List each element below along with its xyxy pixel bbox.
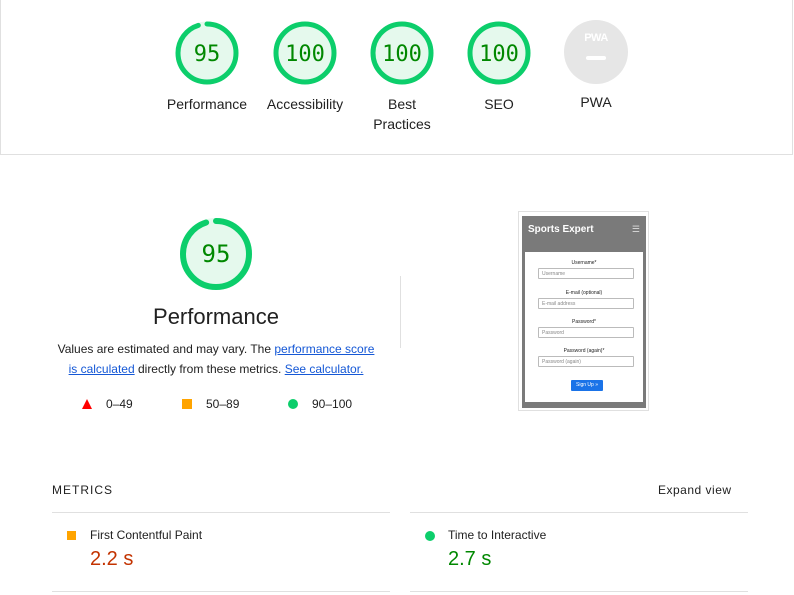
legend-average: 50–89 [182, 397, 239, 411]
scores-header: 95 Performance 100 Accessibility 100 Best Pra… [0, 0, 793, 155]
gauge-score: 95 [194, 42, 221, 67]
gauge-score: 100 [285, 42, 325, 67]
expand-view-button[interactable]: Expand view [658, 483, 732, 497]
gauge-pwa[interactable]: PWA PWA [546, 20, 646, 112]
final-screenshot[interactable]: Sports Expert ☰ Username* Username E-mai… [518, 211, 649, 411]
metric-title: First Contentful Paint [90, 528, 203, 542]
gauge-performance[interactable]: 95 Performance [157, 20, 257, 114]
pwa-badge-icon: PWA [564, 20, 628, 84]
pwa-badge-text: PWA [584, 32, 608, 44]
gauge-label: Best Practices [373, 96, 431, 132]
gauge-score: 100 [479, 42, 519, 67]
square-icon [182, 399, 192, 409]
gauge-best-practices[interactable]: 100 Best Practices [352, 20, 452, 134]
metric-first-contentful-paint: First Contentful Paint 2.2 s [52, 528, 390, 588]
triangle-icon [82, 399, 92, 409]
metric-value: 2.2 s [90, 548, 134, 570]
hamburger-icon: ☰ [631, 224, 640, 234]
metric-title: Time to Interactive [448, 528, 547, 542]
gauge-score: 100 [382, 42, 422, 67]
legend-fail: 0–49 [82, 397, 133, 411]
metrics-divider [52, 512, 390, 513]
performance-description: Values are estimated and may vary. The p… [57, 342, 375, 376]
signup-form: Username* Username E-mail (optional) E-m… [525, 252, 643, 402]
performance-score: 95 [202, 240, 231, 268]
metrics-divider [410, 512, 748, 513]
divider [400, 276, 401, 348]
metrics-divider [410, 591, 748, 592]
metric-value: 2.7 s [448, 548, 492, 570]
circle-icon [425, 531, 435, 541]
performance-title: Performance [153, 304, 279, 329]
gauge-seo[interactable]: 100 SEO [449, 20, 549, 114]
gauge-accessibility[interactable]: 100 Accessibility [255, 20, 355, 114]
gauge-label: PWA [580, 94, 612, 110]
performance-gauge: 95 [178, 216, 254, 297]
circle-icon [288, 399, 298, 409]
screenshot-brand: Sports Expert [528, 224, 594, 235]
metrics-heading: METRICS [52, 483, 113, 497]
legend-pass: 90–100 [288, 397, 352, 411]
metrics-divider [52, 591, 390, 592]
gauge-label: Performance [166, 96, 248, 112]
gauge-label: SEO [484, 96, 514, 112]
gauge-label: Accessibility [266, 96, 344, 112]
square-icon [67, 531, 76, 540]
metric-time-to-interactive: Time to Interactive 2.7 s [410, 528, 748, 588]
see-calculator-link[interactable]: See calculator. [285, 362, 364, 376]
